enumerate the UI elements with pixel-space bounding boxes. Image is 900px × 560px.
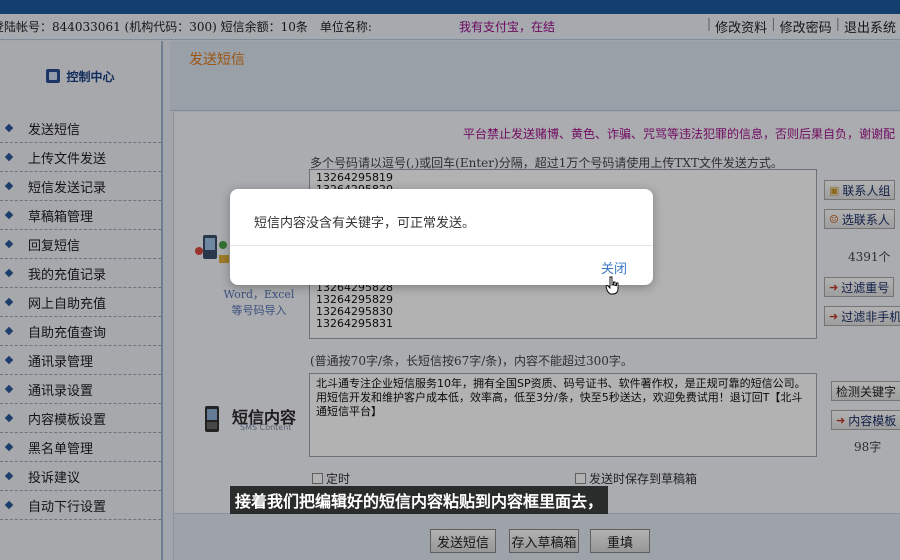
hand-cursor-icon <box>605 276 619 295</box>
alert-dialog: 短信内容没含有关键字，可正常发送。 关闭 <box>230 189 653 285</box>
dialog-divider <box>230 245 653 246</box>
dialog-close-button[interactable]: 关闭 <box>601 258 627 277</box>
dialog-message: 短信内容没含有关键字，可正常发送。 <box>254 216 476 231</box>
video-subtitle: 接着我们把编辑好的短信内容粘贴到内容框里面去， <box>230 486 609 514</box>
